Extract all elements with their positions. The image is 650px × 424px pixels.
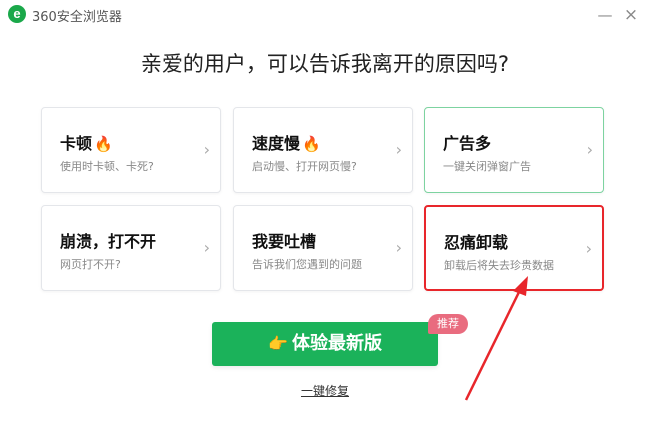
page-title: 亲爱的用户，可以告诉我离开的原因吗? [140, 52, 510, 76]
chevron-right-icon: › [203, 238, 210, 257]
chevron-right-icon: › [586, 140, 593, 159]
card-title: 广告多 [443, 134, 492, 153]
browser-logo-icon: e [8, 5, 26, 23]
chevron-right-icon: › [585, 239, 592, 258]
app-title: 360安全浏览器 [32, 10, 122, 25]
fire-icon: 🔥 [302, 135, 321, 153]
card-title-text: 速度慢 [252, 134, 301, 153]
pointing-hand-icon: 👉 [268, 334, 288, 353]
reason-card-crash[interactable]: 崩溃，打不开 网页打不开? › [41, 205, 221, 291]
card-title: 我要吐槽 [252, 232, 317, 251]
close-button[interactable]: × [620, 4, 642, 26]
recommended-badge: 推荐 [428, 314, 468, 334]
one-click-repair-link[interactable]: 一键修复 [0, 382, 650, 399]
reason-card-uninstall[interactable]: 忍痛卸载 卸载后将失去珍贵数据 › [424, 205, 604, 291]
card-subtitle: 一键关闭弹窗广告 [443, 160, 531, 173]
card-title: 卡顿 🔥 [60, 130, 113, 154]
chevron-right-icon: › [395, 140, 402, 159]
card-subtitle: 网页打不开? [60, 258, 121, 271]
card-subtitle: 卸载后将失去珍贵数据 [444, 259, 554, 272]
reason-card-feedback[interactable]: 我要吐槽 告诉我们您遇到的问题 › [233, 205, 413, 291]
card-title: 速度慢 🔥 [252, 130, 321, 154]
reason-card-slow[interactable]: 速度慢 🔥 启动慢、打开网页慢? › [233, 107, 413, 193]
cta-label: 体验最新版 [291, 333, 382, 354]
chevron-right-icon: › [203, 140, 210, 159]
chevron-right-icon: › [395, 238, 402, 257]
card-subtitle: 启动慢、打开网页慢? [252, 160, 357, 173]
minimize-button[interactable]: — [594, 4, 616, 26]
reason-card-ads[interactable]: 广告多 一键关闭弹窗广告 › [424, 107, 604, 193]
card-title-text: 卡顿 [60, 134, 93, 153]
reason-card-lag[interactable]: 卡顿 🔥 使用时卡顿、卡死? › [41, 107, 221, 193]
title-bar: e 360安全浏览器 — × [0, 0, 650, 30]
card-subtitle: 使用时卡顿、卡死? [60, 160, 154, 173]
card-title: 忍痛卸载 [444, 233, 509, 252]
try-latest-version-button[interactable]: 👉 体验最新版 [212, 322, 438, 366]
card-subtitle: 告诉我们您遇到的问题 [252, 258, 362, 271]
card-title: 崩溃，打不开 [60, 232, 157, 251]
fire-icon: 🔥 [94, 135, 113, 153]
